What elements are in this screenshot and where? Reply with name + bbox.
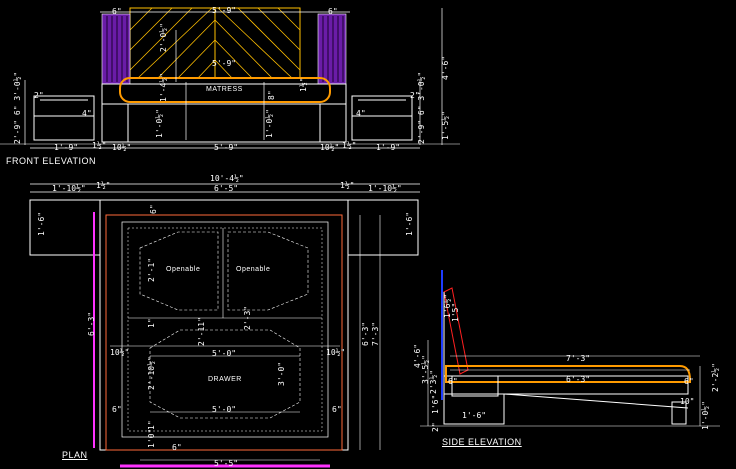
dim-plan-mid-b: 2'-3" bbox=[243, 305, 252, 330]
dim-plan-r2: 1½" bbox=[340, 181, 355, 190]
dim-front-bot-2: 1½" bbox=[92, 141, 107, 150]
dim-plan-r1: 1'-10½" bbox=[368, 184, 402, 193]
dim-plan-side-r: 10½" bbox=[326, 348, 346, 357]
side-elevation-title: SIDE ELEVATION bbox=[442, 437, 522, 447]
dim-plan-bottom-overall: 5'-5" bbox=[214, 459, 239, 468]
matress-label: MATRESS bbox=[206, 86, 243, 93]
dim-front-nt-inner-r: 4" bbox=[356, 109, 366, 118]
dim-side-left-e: 2" bbox=[431, 422, 440, 432]
dim-plan-nt-right: 1'-6" bbox=[405, 211, 414, 236]
dim-front-bot-3: 10½" bbox=[112, 143, 132, 152]
dim-side-left-d: 1'6" bbox=[431, 394, 440, 414]
dim-front-nt-top-l: 2" bbox=[34, 91, 44, 100]
dim-plan-foot-l: 1'0" bbox=[147, 428, 156, 448]
dim-side-small: 6" bbox=[448, 377, 458, 386]
front-elevation-title: FRONT ELEVATION bbox=[6, 156, 97, 166]
dim-plan-len-left: 6'-3" bbox=[87, 311, 96, 336]
dim-front-small-b: 1½" bbox=[299, 77, 308, 92]
plan-orange-frame bbox=[105, 214, 343, 451]
dim-plan-drawer-h1: 2'-10½" bbox=[147, 356, 156, 390]
dim-plan-bottom-c: 5'-0" bbox=[212, 405, 237, 414]
side-elevation bbox=[420, 270, 720, 427]
dim-side-right-a: 6" bbox=[684, 377, 694, 386]
dim-side-top-len: 7'-3" bbox=[566, 354, 591, 363]
dim-side-right-b: 10" bbox=[680, 397, 695, 406]
dim-front-top-left: 6" bbox=[112, 7, 122, 16]
dim-front-bed-h: 1'-4½" bbox=[159, 73, 168, 102]
right-purple-panel bbox=[317, 13, 347, 85]
dim-front-bot-5: 10½" bbox=[320, 143, 340, 152]
openable-right-label: Openable bbox=[236, 266, 271, 273]
dim-side-right-d: 2'-2½" bbox=[711, 363, 720, 392]
dim-plan-right-a: 6'-3" bbox=[361, 321, 370, 346]
cad-drawing-canvas bbox=[0, 7, 720, 468]
dim-plan-drawer-h2: 3'-0" bbox=[277, 361, 286, 386]
dim-side-head-b: 1'5" bbox=[451, 302, 460, 322]
drawer-label: DRAWER bbox=[208, 376, 242, 383]
right-nightstand bbox=[351, 95, 413, 141]
dim-front-head-h: 2'-0½" bbox=[159, 23, 168, 52]
dim-plan-right-b: 7'-3" bbox=[371, 321, 380, 346]
dim-side-inner-len: 6'-3" bbox=[566, 375, 591, 384]
dim-plan-drawer-w: 5'-0" bbox=[212, 349, 237, 358]
dim-front-top-right: 6" bbox=[328, 7, 338, 16]
dim-plan-open-h: 2'-1" bbox=[147, 257, 156, 282]
dim-front-nt-inner-l: 4" bbox=[82, 109, 92, 118]
dim-plan-overall: 10'-4½" bbox=[210, 174, 244, 183]
dim-front-side-right: 1'-5½" bbox=[441, 111, 450, 140]
dim-front-top-center: 5'-9" bbox=[212, 6, 237, 15]
dim-plan-bottom-l: 6" bbox=[112, 405, 122, 414]
dim-front-tall-right: 4'-6" bbox=[441, 55, 450, 80]
left-nightstand bbox=[33, 95, 95, 141]
dim-plan-inner: 6'-5" bbox=[214, 184, 239, 193]
dim-front-mid-left: 1'-0½" bbox=[155, 109, 164, 138]
dim-plan-mid-a: 2'-11" bbox=[197, 317, 206, 346]
dim-front-left-stack: 2'-9" 6" 3'-0½" bbox=[13, 71, 22, 144]
dim-plan-foot-c: 6" bbox=[172, 443, 182, 452]
dim-front-bot-1: 1'-9" bbox=[54, 143, 79, 152]
dim-plan-l1: 1'-10½" bbox=[52, 184, 86, 193]
dim-front-bot-6: 1½" bbox=[342, 141, 357, 150]
dim-front-nt-top-r: 2" bbox=[410, 91, 420, 100]
dim-front-inner: 5'-9" bbox=[212, 59, 237, 68]
openable-left-label: Openable bbox=[166, 266, 201, 273]
dim-front-right-stack: 2'-9" 6" 3'-0½" bbox=[417, 71, 426, 144]
dim-front-mid-right: 1'-0½" bbox=[265, 109, 274, 138]
plan-title: PLAN bbox=[62, 450, 88, 460]
front-elevation bbox=[0, 7, 460, 149]
dim-front-bot-7: 1'-9" bbox=[376, 143, 401, 152]
dim-front-small-a: 8" bbox=[267, 90, 276, 100]
dim-plan-nt-left: 1'-6" bbox=[37, 211, 46, 236]
dim-side-left-c: 2'3½" bbox=[429, 369, 438, 394]
dim-plan-top-gap: 6" bbox=[149, 204, 158, 214]
dim-plan-side-l: 10½" bbox=[110, 348, 130, 357]
dim-plan-l2: 1½" bbox=[96, 181, 111, 190]
dim-front-bot-4: 5'-9" bbox=[214, 143, 239, 152]
dim-side-foot: 1'-6" bbox=[462, 411, 487, 420]
dim-plan-bottom-r: 6" bbox=[332, 405, 342, 414]
left-purple-panel bbox=[101, 13, 131, 85]
dim-plan-mid-gap: 1" bbox=[147, 318, 156, 328]
dim-side-right-c: 1'-0½" bbox=[701, 401, 710, 430]
